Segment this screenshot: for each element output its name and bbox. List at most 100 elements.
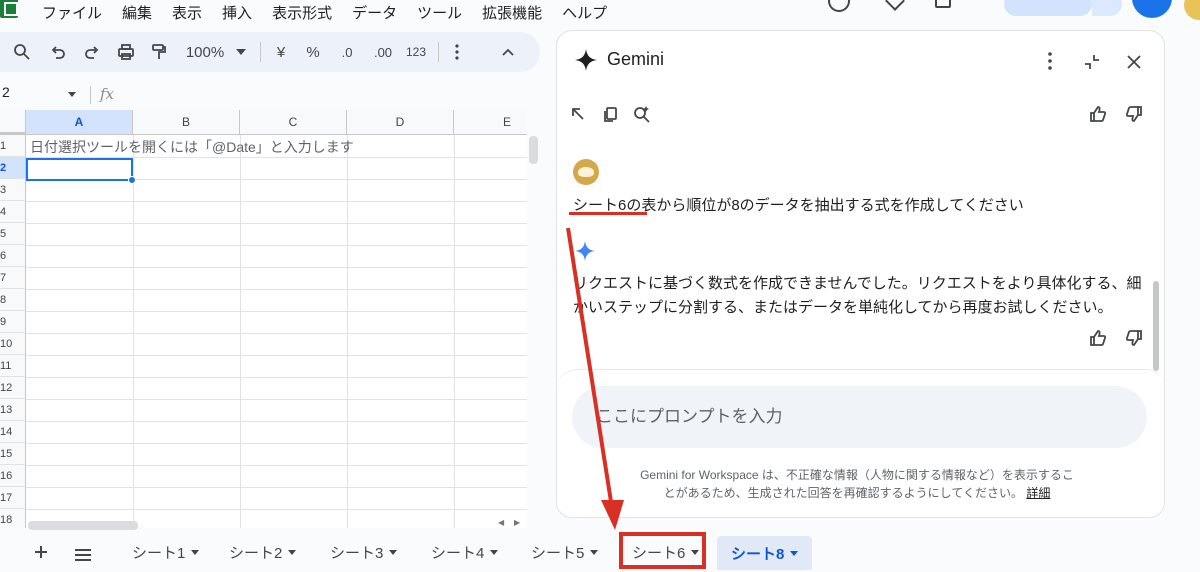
decrease-decimal-button[interactable]: .0 bbox=[334, 32, 360, 72]
copy-icon[interactable] bbox=[599, 103, 621, 125]
annotation-underline bbox=[569, 212, 647, 215]
scroll-right-icon[interactable]: ▶ bbox=[514, 518, 520, 527]
redo-icon[interactable] bbox=[80, 32, 104, 72]
row-header[interactable]: 3 bbox=[0, 179, 26, 201]
row-header[interactable]: 11 bbox=[0, 355, 26, 377]
grid-line bbox=[26, 201, 527, 202]
sheet-tab-5[interactable]: シート5 bbox=[521, 538, 608, 566]
gemini-toggle-button[interactable] bbox=[1132, 0, 1172, 18]
minimize-panel-icon[interactable] bbox=[1081, 51, 1103, 73]
chevron-down-icon[interactable] bbox=[590, 549, 599, 555]
spreadsheet-grid[interactable]: A B C D E 1 2 3 4 5 6 7 8 9 10 11 12 13 … bbox=[0, 110, 527, 528]
sheet-tab-label: シート1 bbox=[132, 544, 186, 562]
thumbs-up-icon[interactable] bbox=[1087, 327, 1109, 349]
row-header[interactable]: 4 bbox=[0, 201, 26, 223]
currency-format-button[interactable]: ¥ bbox=[272, 32, 290, 72]
chevron-down-icon[interactable] bbox=[790, 550, 799, 556]
row-header[interactable]: 18 bbox=[0, 509, 26, 528]
scroll-left-icon[interactable]: ◀ bbox=[498, 518, 504, 527]
account-avatar[interactable] bbox=[1184, 0, 1200, 20]
sheet-tab-4[interactable]: シート4 bbox=[421, 538, 508, 566]
row-header[interactable]: 2 bbox=[0, 157, 26, 179]
sheet-tab-label: シート5 bbox=[531, 544, 585, 562]
print-icon[interactable] bbox=[114, 32, 138, 72]
disclaimer-details-link[interactable]: 詳細 bbox=[1026, 486, 1050, 500]
prompt-input[interactable] bbox=[572, 386, 1147, 448]
column-header-e[interactable]: E bbox=[454, 110, 527, 135]
more-vert-icon[interactable] bbox=[1041, 51, 1059, 71]
sheets-logo-icon[interactable] bbox=[0, 0, 18, 18]
menu-file[interactable]: ファイル bbox=[42, 2, 102, 23]
chevron-down-icon[interactable] bbox=[288, 549, 297, 555]
collapse-toolbar-icon[interactable] bbox=[498, 32, 518, 72]
undo-icon[interactable] bbox=[46, 32, 70, 72]
row-header[interactable]: 5 bbox=[0, 223, 26, 245]
grid-line bbox=[26, 487, 527, 488]
menu-edit[interactable]: 編集 bbox=[122, 2, 152, 23]
video-call-icon[interactable] bbox=[885, 0, 905, 11]
sheet-tab-label: シート8 bbox=[731, 545, 785, 563]
percent-format-button[interactable]: % bbox=[304, 32, 322, 72]
menu-insert[interactable]: 挿入 bbox=[222, 2, 252, 23]
sheet-tab-2[interactable]: シート2 bbox=[219, 538, 306, 566]
row-header[interactable]: 12 bbox=[0, 377, 26, 399]
menu-tools[interactable]: ツール bbox=[417, 2, 462, 23]
menu-format[interactable]: 表示形式 bbox=[272, 2, 332, 23]
cell-a1-hint[interactable]: 日付選択ツールを開くには「@Date」と入力します bbox=[30, 137, 354, 157]
grid-line bbox=[26, 289, 527, 290]
formula-divider bbox=[90, 86, 91, 104]
thumbs-down-icon[interactable] bbox=[1123, 103, 1145, 125]
row-header[interactable]: 15 bbox=[0, 443, 26, 465]
menu-extensions[interactable]: 拡張機能 bbox=[482, 2, 542, 23]
sheet-tab-bar: シート1 シート2 シート3 シート4 シート5 シート6 シート8 bbox=[0, 530, 1200, 572]
zoom-select[interactable]: 100% bbox=[180, 32, 230, 72]
paint-format-icon[interactable] bbox=[147, 32, 171, 72]
row-header[interactable]: 1 bbox=[0, 135, 26, 157]
row-header[interactable]: 8 bbox=[0, 289, 26, 311]
selected-cell-a2[interactable] bbox=[26, 158, 133, 181]
sheet-tab-8-active[interactable]: シート8 bbox=[717, 536, 813, 570]
chevron-down-icon[interactable] bbox=[68, 92, 76, 97]
menu-help[interactable]: ヘルプ bbox=[562, 2, 607, 23]
column-header-a[interactable]: A bbox=[26, 110, 133, 135]
horizontal-scrollbar[interactable] bbox=[28, 521, 138, 530]
expand-arrow-icon[interactable] bbox=[567, 103, 589, 125]
column-header-d[interactable]: D bbox=[347, 110, 454, 135]
row-header[interactable]: 13 bbox=[0, 399, 26, 421]
row-header[interactable]: 7 bbox=[0, 267, 26, 289]
menu-view[interactable]: 表示 bbox=[172, 2, 202, 23]
menu-data[interactable]: データ bbox=[352, 2, 397, 23]
row-header[interactable]: 16 bbox=[0, 465, 26, 487]
thumbs-down-icon[interactable] bbox=[1123, 327, 1145, 349]
search-menus-icon[interactable] bbox=[10, 32, 34, 72]
close-icon[interactable] bbox=[1123, 51, 1145, 73]
more-vert-icon[interactable] bbox=[450, 32, 464, 72]
row-header[interactable]: 10 bbox=[0, 333, 26, 355]
row-header[interactable]: 9 bbox=[0, 311, 26, 333]
row-header[interactable]: 17 bbox=[0, 487, 26, 509]
select-all-corner[interactable] bbox=[0, 110, 26, 135]
column-header-c[interactable]: C bbox=[240, 110, 347, 135]
thumbs-up-icon[interactable] bbox=[1087, 103, 1109, 125]
column-header-b[interactable]: B bbox=[133, 110, 240, 135]
fill-handle[interactable] bbox=[128, 176, 136, 184]
history-icon[interactable] bbox=[828, 0, 850, 12]
increase-decimal-button[interactable]: .00 bbox=[368, 32, 398, 72]
share-button[interactable] bbox=[1004, 0, 1092, 16]
response-scrollbar[interactable] bbox=[1153, 281, 1159, 371]
row-header[interactable]: 14 bbox=[0, 421, 26, 443]
chevron-down-icon[interactable] bbox=[490, 549, 499, 555]
add-sheet-icon[interactable] bbox=[34, 542, 48, 565]
vertical-scrollbar[interactable] bbox=[529, 136, 538, 164]
sheet-tab-3[interactable]: シート3 bbox=[320, 538, 407, 566]
refine-search-icon[interactable] bbox=[631, 103, 653, 125]
chevron-down-icon[interactable] bbox=[234, 32, 248, 72]
number-format-button[interactable]: 123 bbox=[402, 32, 430, 72]
all-sheets-menu-icon[interactable] bbox=[74, 544, 92, 567]
chevron-down-icon[interactable] bbox=[191, 549, 200, 555]
chevron-down-icon[interactable] bbox=[389, 549, 398, 555]
share-dropdown-button[interactable] bbox=[1092, 0, 1122, 16]
row-header[interactable]: 6 bbox=[0, 245, 26, 267]
comments-icon[interactable] bbox=[935, 0, 951, 8]
sheet-tab-1[interactable]: シート1 bbox=[122, 538, 209, 566]
